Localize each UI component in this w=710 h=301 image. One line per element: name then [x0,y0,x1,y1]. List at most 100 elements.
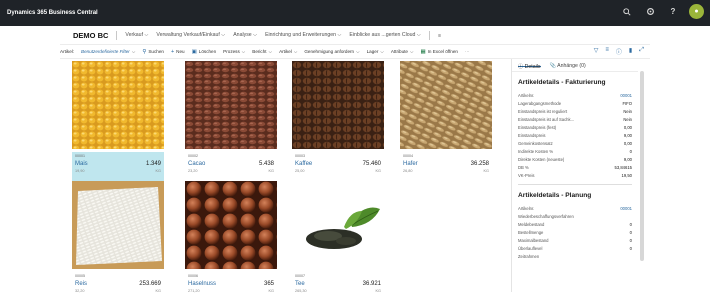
item-unit: KG [155,169,162,173]
detail-value: 0 [629,237,632,243]
new-button[interactable]: + Neu [171,49,185,55]
detail-value: Nein [623,108,632,114]
item-image-tea-leaves[interactable] [292,181,384,269]
item-number: 00002 [188,154,198,158]
item-unit-price: 23,20 [188,169,198,173]
detail-value: Nein [623,116,632,122]
item-unit: KG [483,169,490,173]
detail-value[interactable]: 00001 [620,93,632,98]
settings-icon[interactable] [643,5,657,19]
open-in-excel-button[interactable]: ▦ In Excel öffnen [420,49,458,55]
nav-item-verkauf[interactable]: Verkauf ⌵ [125,32,148,39]
expand-icon[interactable]: ⤢ [639,47,644,56]
nav-item-label: Einrichtung und Erweiterungen [265,32,337,38]
search-label: Suchen [148,49,164,54]
item-number: 00003 [295,154,305,158]
company-name[interactable]: DEMO BC [73,31,108,40]
item-number: 00006 [188,274,198,278]
item-name[interactable]: Reis [75,281,87,287]
nav-item-verwaltung[interactable]: Verwaltung Verkauf/Einkauf ⌵ [156,32,225,39]
item-image-oats[interactable] [400,61,492,149]
custom-filter-dropdown[interactable]: Benutzerdefinierte Filter ⌵ [81,49,135,54]
nav-item-einblicke[interactable]: Einblicke aus ...gerten Cloud ⌵ [349,32,420,39]
section-label: Artikel: [60,49,75,54]
search-icon[interactable] [620,5,634,19]
attributes-label: Attribute [390,49,408,54]
item-menu[interactable]: Artikel ⌵ [279,49,297,54]
detail-value[interactable]: 00001 [620,206,632,211]
item-tile-info[interactable]: 00002 Cacao 5.438 23,20 KG [185,152,277,181]
item-image-corn[interactable] [72,61,164,149]
detail-label: Maximalbestand [518,237,549,243]
delete-label: Löschen [198,49,217,54]
process-label: Prozess [223,49,240,54]
item-tile-info[interactable]: 00005 Reis 253.669 32,20 KG [72,272,164,301]
item-name[interactable]: Haselnuss [188,281,216,287]
item-inventory: 365 [263,281,274,287]
detail-label: Zeitrahmen [518,253,540,259]
nav-item-einrichtung[interactable]: Einrichtung und Erweiterungen ⌵ [265,32,341,39]
item-name[interactable]: Kaffee [295,161,312,167]
item-tile-info[interactable]: 00003 Kaffee 75.460 25,00 KG [292,152,384,181]
detail-label: Einstandspreis [518,132,546,138]
item-name[interactable]: Tee [295,281,305,287]
item-name[interactable]: Cacao [188,161,205,167]
nav-item-analyse[interactable]: Analyse ⌵ [233,32,257,39]
layout-toggle-icon[interactable]: ≡ [605,47,609,56]
item-tile-info[interactable]: 00004 Hafer 36.258 26,80 KG [400,152,492,181]
item-tile-info[interactable]: 00006 Haselnuss 365 271,20 KG [185,272,277,301]
section-title-invoicing[interactable]: Artikeldetails - Fakturierung [512,79,638,86]
item-tile-info[interactable]: 00001 Mais 1.349 19,90 KG [72,152,164,181]
search-icon: ⚲ [142,48,147,55]
attributes-menu[interactable]: Attribute ⌵ [391,49,414,54]
detail-value: 19,50 [621,172,632,178]
delete-button[interactable]: ▣ Löschen [192,49,217,55]
item-image-rice[interactable] [72,181,164,269]
factbox-scrollbar[interactable] [640,71,644,261]
detail-label: Bestellmenge [518,229,544,235]
tab-details[interactable]: ⓘ Details [518,63,541,70]
process-menu[interactable]: Prozess ⌵ [223,49,245,54]
nav-item-label: Einblicke aus ...gerten Cloud [349,32,416,38]
avatar[interactable]: ● [689,4,704,19]
detail-row: Maximalbestand 0 [518,236,632,244]
tab-label: Details [524,64,541,70]
item-inventory: 36.258 [470,161,489,167]
filter-label: Benutzerdefinierte Filter [81,49,130,54]
more-options-icon[interactable]: ··· [465,49,470,54]
bookmark-icon[interactable]: ▮ [629,47,632,56]
item-unit: KG [375,169,382,173]
detail-value: 0 [629,148,632,154]
report-menu[interactable]: Bericht ⌵ [252,49,272,54]
item-image-cocoa-beans[interactable] [185,61,277,149]
item-tiles-grid: 00001 Mais 1.349 19,90 KG 00002 Cacao 5.… [72,61,502,293]
detail-value: 0 [629,221,632,227]
detail-row: Artikelnr. 00001 [518,91,632,99]
item-name[interactable]: Hafer [403,161,418,167]
item-name[interactable]: Mais [75,161,88,167]
help-icon[interactable]: ? [666,5,680,19]
detail-label: Wiederbeschaffungsverfahren [518,213,574,219]
info-icon[interactable]: ⓘ [616,47,622,56]
factbox-pane: ⓘ Details 📎 Anhänge (0) Artikeldetails -… [511,59,638,292]
search-button[interactable]: ⚲ Suchen [142,49,164,55]
detail-label: DB % [518,164,529,170]
section-title-planning[interactable]: Artikeldetails - Planung [512,192,638,199]
item-tile-info[interactable]: 00007 Tee 36.921 265,30 KG [292,272,384,301]
nav-item-label: Verwaltung Verkauf/Einkauf [156,32,220,38]
detail-label: Einstandspreis ist auf Sachk... [518,116,575,122]
warehouse-menu[interactable]: Lager ⌵ [367,49,384,54]
item-number: 00005 [75,274,85,278]
tab-attachments[interactable]: 📎 Anhänge (0) [550,63,586,69]
detail-label: Gemeinkostensatz [518,140,553,146]
approval-menu[interactable]: Genehmigung anfordern ⌵ [304,49,359,54]
item-image-hazelnuts[interactable] [185,181,277,269]
item-image-coffee-beans[interactable] [292,61,384,149]
detail-value: FIFO [622,100,632,106]
item-unit-price: 25,00 [295,169,305,173]
excel-label: In Excel öffnen [427,49,458,54]
hamburger-menu-icon[interactable]: ≡ [438,33,441,39]
filter-icon[interactable]: ▽ [594,47,599,56]
trash-icon: ▣ [191,48,197,55]
app-title[interactable]: Dynamics 365 Business Central [7,10,98,16]
